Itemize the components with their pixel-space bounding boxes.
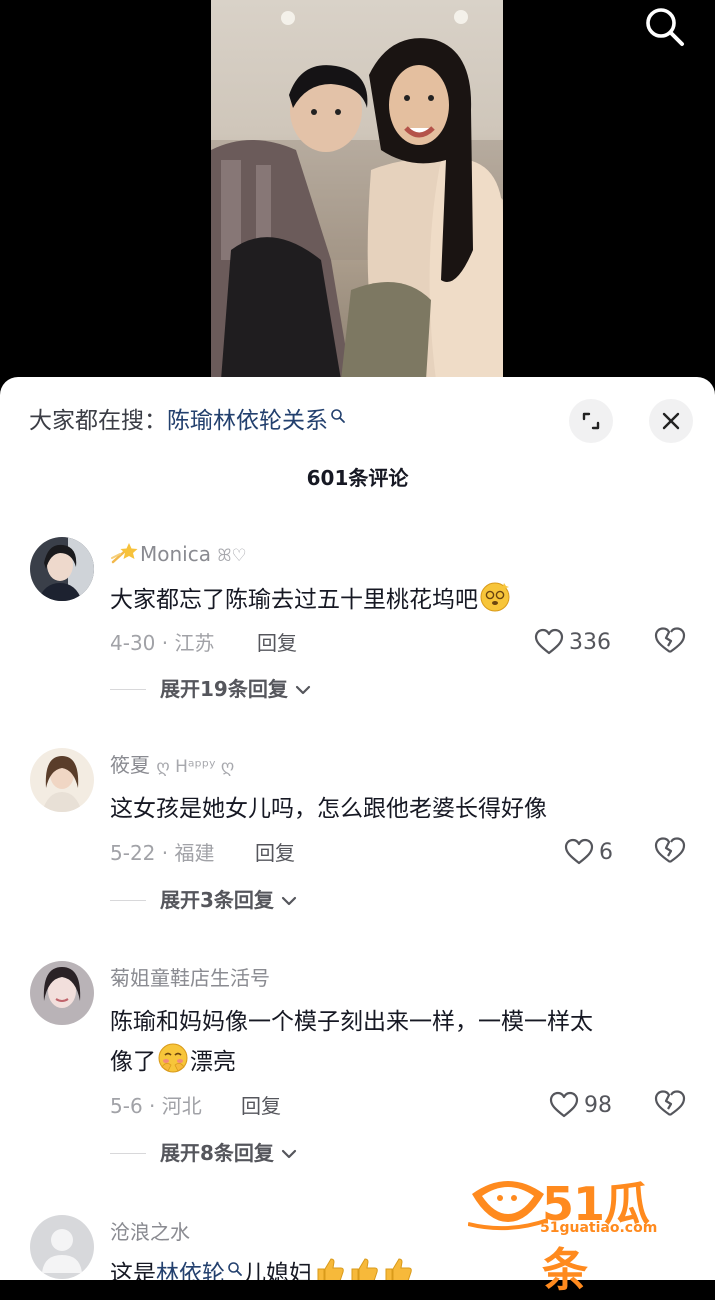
- avatar[interactable]: [30, 537, 94, 601]
- search-icon: [228, 1262, 242, 1276]
- broken-heart-icon: [654, 627, 686, 653]
- avatar[interactable]: [30, 961, 94, 1025]
- video-thumbnail: [211, 0, 503, 380]
- chevron-down-icon: [281, 1149, 296, 1159]
- comment-username[interactable]: 沧浪之水: [110, 1218, 190, 1246]
- expand-icon: [582, 412, 600, 430]
- search-icon: [646, 8, 684, 46]
- reply-button[interactable]: 回复: [257, 629, 297, 657]
- comment-date-location: 4-30 · 江苏: [110, 631, 215, 655]
- reply-button[interactable]: 回复: [255, 839, 295, 867]
- avatar[interactable]: [30, 1215, 94, 1279]
- watermark-logo: 51瓜条 51guatiao.com: [468, 1170, 692, 1297]
- hot-search-term[interactable]: 陈瑜林依轮关系: [167, 408, 328, 434]
- comment-item: Monica ꕤ♡ 大家都忘了陈瑜去过五十里桃花坞吧 4-30 · 江苏 回复 …: [0, 537, 715, 707]
- comment-count: 601条评论: [306, 466, 409, 490]
- dizzy-face-emoji-icon: [480, 582, 510, 612]
- thumbs-up-emoji-icon: [385, 1258, 412, 1280]
- thumbs-up-emoji-icon: [351, 1258, 378, 1280]
- heart-outline-icon: [534, 628, 564, 655]
- search-button[interactable]: [640, 4, 688, 48]
- divider: [110, 1153, 146, 1154]
- expand-replies-button[interactable]: 展开8条回复: [160, 1138, 297, 1168]
- dislike-button[interactable]: [654, 626, 686, 658]
- hot-search-bar[interactable]: 大家都在搜：陈瑜林依轮关系: [29, 404, 346, 438]
- like-count: 336: [569, 629, 611, 655]
- like-button[interactable]: 98: [549, 1089, 612, 1121]
- like-count: 6: [599, 839, 613, 865]
- mention-link[interactable]: 林依轮: [156, 1261, 225, 1280]
- expand-replies-button[interactable]: 展开19条回复: [160, 674, 311, 704]
- close-icon: [662, 412, 680, 430]
- comment-username[interactable]: 菊姐童鞋店生活号: [110, 964, 270, 992]
- dislike-button[interactable]: [654, 836, 686, 868]
- chevron-down-icon: [281, 896, 296, 906]
- comment-item: 筱夏 ღ Hᵃᵖᵖʸ ღ 这女孩是她女儿吗，怎么跟他老婆长得好像 5-22 · …: [0, 748, 715, 918]
- watermark-url: 51guatiao.com: [540, 1220, 658, 1236]
- comment-date-location: 5-6 · 河北: [110, 1094, 202, 1118]
- like-count: 98: [584, 1092, 612, 1118]
- search-icon: [331, 409, 345, 423]
- comment-text: 大家都忘了陈瑜去过五十里桃花坞吧: [110, 579, 690, 619]
- shy-face-emoji-icon: [158, 1043, 188, 1073]
- chevron-down-icon: [295, 685, 310, 695]
- star-badge-icon: [111, 543, 138, 564]
- broken-heart-icon: [654, 837, 686, 863]
- broken-heart-icon: [654, 1090, 686, 1116]
- dislike-button[interactable]: [654, 1089, 686, 1121]
- comment-username[interactable]: 筱夏 ღ Hᵃᵖᵖʸ ღ: [110, 751, 234, 781]
- comment-item: 菊姐童鞋店生活号 陈瑜和妈妈像一个模子刻出来一样，一模一样太 像了 漂亮 5-6…: [0, 961, 715, 1171]
- comments-panel: 大家都在搜：陈瑜林依轮关系 601条评论 Monica ꕤ♡ 大家都忘了陈瑜去过…: [0, 377, 715, 1280]
- watermelon-logo-icon: [468, 1181, 548, 1231]
- like-button[interactable]: 6: [564, 836, 613, 868]
- heart-outline-icon: [549, 1091, 579, 1118]
- like-button[interactable]: 336: [534, 626, 611, 658]
- reply-button[interactable]: 回复: [241, 1092, 281, 1120]
- video-player[interactable]: [0, 0, 715, 400]
- close-button[interactable]: [649, 399, 693, 443]
- heart-outline-icon: [564, 838, 594, 865]
- comment-username[interactable]: Monica ꕤ♡: [110, 540, 247, 570]
- thumbs-up-emoji-icon: [317, 1258, 344, 1280]
- comment-date-location: 5-22 · 福建: [110, 841, 215, 865]
- comment-text: 这女孩是她女儿吗，怎么跟他老婆长得好像: [110, 796, 547, 822]
- avatar[interactable]: [30, 748, 94, 812]
- expand-replies-button[interactable]: 展开3条回复: [160, 885, 297, 915]
- comment-text: 陈瑜和妈妈像一个模子刻出来一样，一模一样太 像了 漂亮: [110, 1009, 593, 1075]
- divider: [110, 689, 146, 690]
- expand-button[interactable]: [569, 399, 613, 443]
- divider: [110, 900, 146, 901]
- hot-search-prefix: 大家都在搜：: [29, 408, 167, 434]
